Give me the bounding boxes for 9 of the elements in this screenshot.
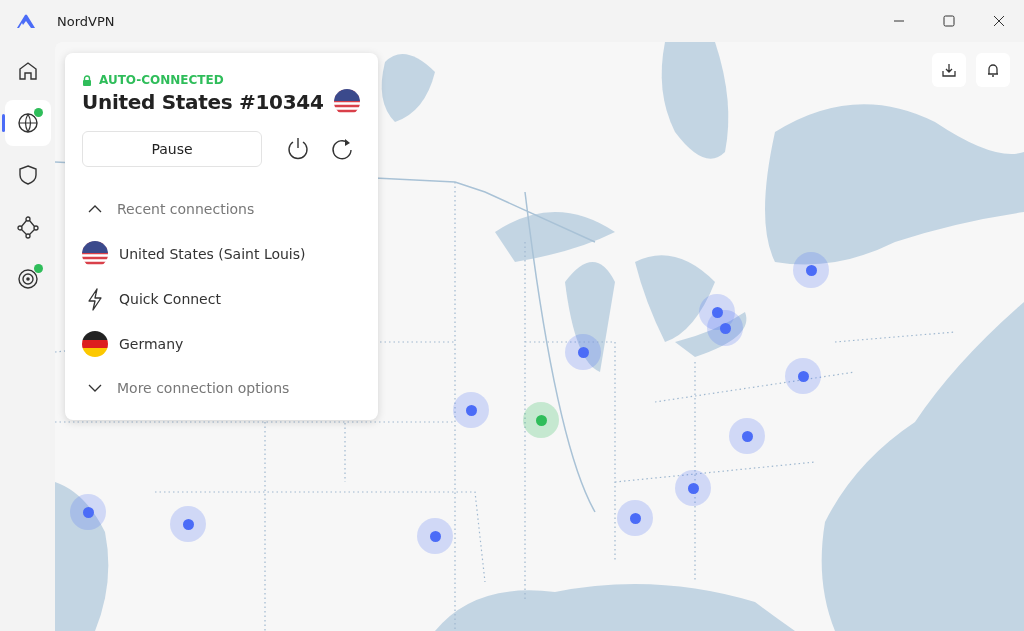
pause-button[interactable]: Pause xyxy=(82,131,262,167)
recent-connections-toggle[interactable]: Recent connections xyxy=(82,187,360,231)
recent-connection-item[interactable]: Quick Connect xyxy=(82,276,360,321)
window-title: NordVPN xyxy=(57,13,115,29)
server-name: United States #10344 xyxy=(82,90,324,114)
recent-connection-item[interactable]: United States (Saint Louis) xyxy=(82,231,360,276)
recent-connection-item[interactable]: Germany xyxy=(82,321,360,366)
more-options-toggle[interactable]: More connection options xyxy=(82,366,360,410)
status-label: AUTO-CONNECTED xyxy=(99,73,224,87)
